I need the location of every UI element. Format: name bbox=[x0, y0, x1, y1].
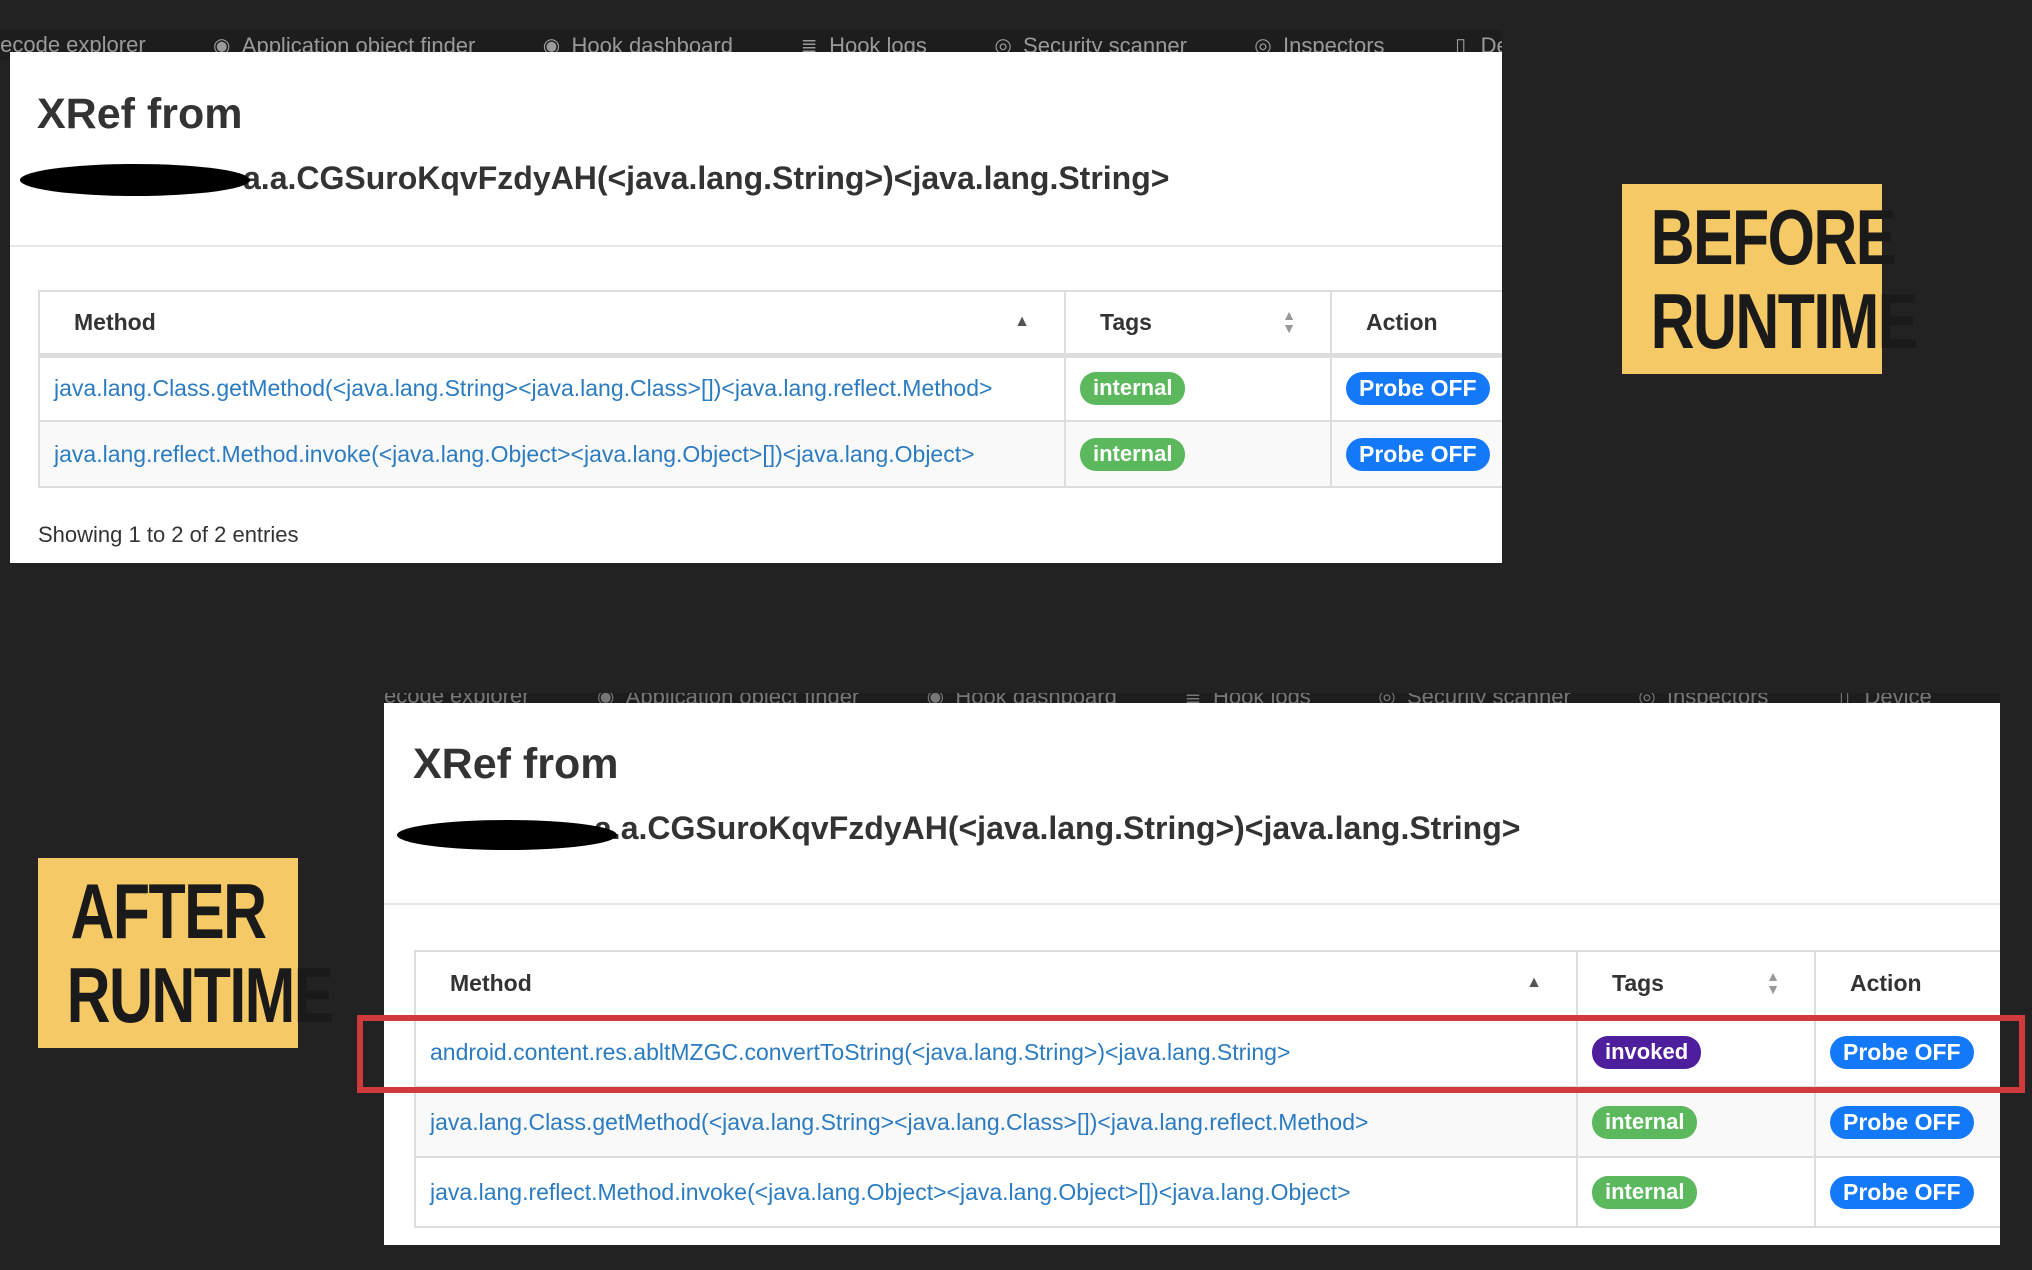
sort-both-icon: ▲ ▼ bbox=[1766, 968, 1780, 998]
tags-cell: internal bbox=[1064, 354, 1332, 422]
tag-badge: internal bbox=[1080, 372, 1186, 406]
after-screenshot: ecode explorer ◉ Application object finde… bbox=[384, 693, 2000, 1245]
tag-badge: internal bbox=[1592, 1105, 1698, 1139]
probe-toggle-button[interactable]: Probe OFF bbox=[1830, 1175, 1974, 1209]
tags-cell: internal bbox=[1064, 420, 1332, 488]
after-runtime-label: AFTER RUNTIME bbox=[38, 858, 334, 1048]
table-row: java.lang.reflect.Method.invoke(<java.la… bbox=[38, 420, 1502, 488]
tag-badge: internal bbox=[1592, 1175, 1698, 1209]
table-row: java.lang.Class.getMethod(<java.lang.Str… bbox=[414, 1086, 2000, 1158]
tags-cell: internal bbox=[1576, 1156, 1816, 1228]
probe-toggle-button[interactable]: Probe OFF bbox=[1830, 1105, 1974, 1139]
column-header-method[interactable]: Method ▲ bbox=[38, 290, 1066, 358]
sort-asc-icon: ▲ bbox=[1014, 313, 1030, 331]
column-header-action: Action bbox=[1814, 950, 2000, 1020]
entries-info: Showing 1 to 2 of 2 entries bbox=[38, 522, 299, 547]
modal-title: XRef from bbox=[37, 90, 243, 138]
xref-table: Method ▲ Tags ▲ ▼ Action java.lang.Class.ge… bbox=[38, 290, 1502, 488]
column-header-tags[interactable]: Tags ▲ ▼ bbox=[1064, 290, 1332, 358]
modal-subtitle: a.a.CGSuroKqvFzdyAH(<java.lang.String>)<… bbox=[594, 810, 1521, 846]
column-header-tags[interactable]: Tags ▲ ▼ bbox=[1576, 950, 1816, 1020]
xref-modal: XRef from a.a.CGSuroKqvFzdyAH(<java.lang… bbox=[384, 703, 2000, 1245]
sort-both-icon: ▲ ▼ bbox=[1282, 307, 1296, 337]
method-link[interactable]: java.lang.reflect.Method.invoke(<java.la… bbox=[414, 1156, 1578, 1228]
redaction-mark bbox=[397, 820, 617, 850]
table-header-row: Method ▲ Tags ▲ ▼ Action bbox=[414, 950, 2000, 1020]
action-cell: Probe OFF bbox=[1330, 420, 1502, 488]
tag-badge: internal bbox=[1080, 437, 1186, 471]
method-link[interactable]: java.lang.Class.getMethod(<java.lang.Str… bbox=[38, 354, 1066, 422]
table-header-row: Method ▲ Tags ▲ ▼ Action bbox=[38, 290, 1502, 358]
tags-cell: internal bbox=[1576, 1086, 1816, 1158]
redaction-mark bbox=[20, 164, 250, 196]
header-divider bbox=[384, 903, 2000, 905]
before-runtime-label: BEFORE RUNTIME bbox=[1622, 184, 1918, 374]
table-row: java.lang.Class.getMethod(<java.lang.Str… bbox=[38, 354, 1502, 422]
column-header-method[interactable]: Method ▲ bbox=[414, 950, 1578, 1020]
header-divider bbox=[10, 245, 1502, 247]
probe-toggle-button[interactable]: Probe OFF bbox=[1346, 372, 1490, 406]
invoked-row-highlight bbox=[357, 1015, 2025, 1093]
xref-modal: XRef from a.a.CGSuroKqvFzdyAH(<java.lang… bbox=[10, 52, 1502, 563]
action-cell: Probe OFF bbox=[1330, 354, 1502, 422]
modal-subtitle: a.a.CGSuroKqvFzdyAH(<java.lang.String>)<… bbox=[243, 160, 1170, 196]
before-screenshot: tecode explorer ◉ Application object find… bbox=[0, 30, 1502, 563]
column-header-action: Action bbox=[1330, 290, 1502, 358]
action-cell: Probe OFF bbox=[1814, 1156, 2000, 1228]
probe-toggle-button[interactable]: Probe OFF bbox=[1346, 437, 1490, 471]
table-row: java.lang.reflect.Method.invoke(<java.la… bbox=[414, 1156, 2000, 1228]
action-cell: Probe OFF bbox=[1814, 1086, 2000, 1158]
sort-asc-icon: ▲ bbox=[1526, 974, 1542, 992]
method-link[interactable]: java.lang.Class.getMethod(<java.lang.Str… bbox=[414, 1086, 1578, 1158]
method-link[interactable]: java.lang.reflect.Method.invoke(<java.la… bbox=[38, 420, 1066, 488]
modal-title: XRef from bbox=[413, 740, 619, 788]
